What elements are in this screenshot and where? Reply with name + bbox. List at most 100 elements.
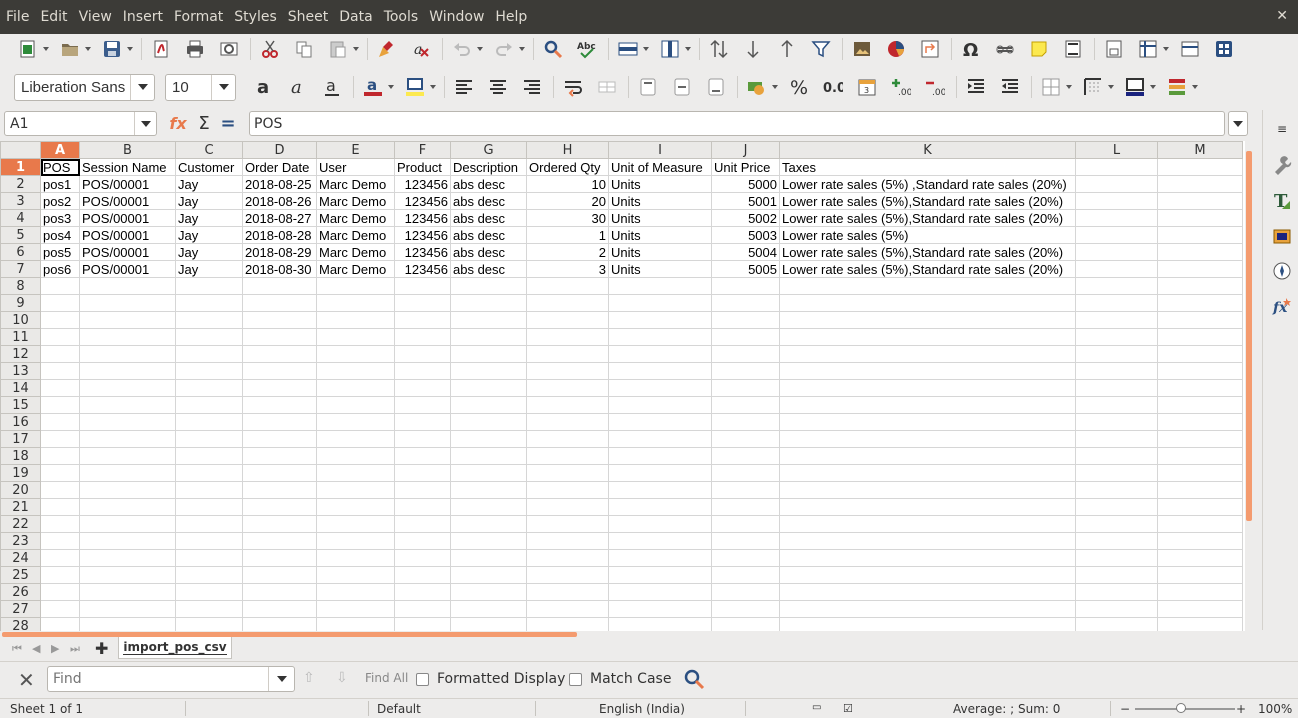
cell-l7[interactable]	[1075, 260, 1158, 278]
cell-e13[interactable]	[316, 362, 395, 380]
cell-d1[interactable]: Order Date	[242, 158, 317, 176]
cell-j28[interactable]	[711, 617, 780, 631]
cell-a12[interactable]	[40, 345, 80, 363]
cell-f25[interactable]	[394, 566, 451, 584]
cell-b23[interactable]	[79, 532, 176, 550]
cell-e9[interactable]	[316, 294, 395, 312]
comment-icon[interactable]	[1025, 36, 1053, 62]
cell-c9[interactable]	[175, 294, 243, 312]
cut-icon[interactable]	[256, 36, 284, 62]
freeze-dropdown[interactable]	[1162, 36, 1170, 62]
cell-e5[interactable]: Marc Demo	[316, 226, 395, 244]
cell-f1[interactable]: Product	[394, 158, 451, 176]
cell-l8[interactable]	[1075, 277, 1158, 295]
row-header[interactable]: 17	[0, 430, 41, 448]
cell-h7[interactable]: 3	[526, 260, 609, 278]
cell-d2[interactable]: 2018-08-25	[242, 175, 317, 193]
cell-c23[interactable]	[175, 532, 243, 550]
autofilter-icon[interactable]	[807, 36, 835, 62]
cell-d9[interactable]	[242, 294, 317, 312]
cell-c4[interactable]: Jay	[175, 209, 243, 227]
cell-b28[interactable]	[79, 617, 176, 631]
cell-j23[interactable]	[711, 532, 780, 550]
cell-m25[interactable]	[1157, 566, 1243, 584]
merge-cells-icon[interactable]	[593, 74, 621, 100]
cell-k4[interactable]: Lower rate sales (5%),Standard rate sale…	[779, 209, 1076, 227]
cell-k13[interactable]	[779, 362, 1076, 380]
cell-i2[interactable]: Units	[608, 175, 712, 193]
cell-g19[interactable]	[450, 464, 527, 482]
row-header[interactable]: 1	[0, 158, 41, 176]
cell-c8[interactable]	[175, 277, 243, 295]
cell-c21[interactable]	[175, 498, 243, 516]
column-header-m[interactable]: M	[1157, 141, 1243, 159]
cell-d26[interactable]	[242, 583, 317, 601]
column-header-c[interactable]: C	[175, 141, 243, 159]
align-left-icon[interactable]	[450, 74, 478, 100]
clear-formatting-icon[interactable]: a	[407, 36, 435, 62]
menu-sheet[interactable]: Sheet	[288, 9, 335, 25]
cell-l3[interactable]	[1075, 192, 1158, 210]
cell-e2[interactable]: Marc Demo	[316, 175, 395, 193]
cell-l15[interactable]	[1075, 396, 1158, 414]
cell-k23[interactable]	[779, 532, 1076, 550]
column-header-e[interactable]: E	[316, 141, 395, 159]
cell-k1[interactable]: Taxes	[779, 158, 1076, 176]
cell-e3[interactable]: Marc Demo	[316, 192, 395, 210]
cell-b3[interactable]: POS/00001	[79, 192, 176, 210]
cell-f6[interactable]: 123456	[394, 243, 451, 261]
cell-l11[interactable]	[1075, 328, 1158, 346]
cell-c2[interactable]: Jay	[175, 175, 243, 193]
cell-m17[interactable]	[1157, 430, 1243, 448]
cell-e10[interactable]	[316, 311, 395, 329]
sort-descending-icon[interactable]	[773, 36, 801, 62]
row-header[interactable]: 26	[0, 583, 41, 601]
cell-m15[interactable]	[1157, 396, 1243, 414]
cell-c17[interactable]	[175, 430, 243, 448]
column-header-g[interactable]: G	[450, 141, 527, 159]
row-header[interactable]: 23	[0, 532, 41, 550]
cell-d15[interactable]	[242, 396, 317, 414]
cell-m1[interactable]	[1157, 158, 1243, 176]
select-all-corner[interactable]	[0, 141, 41, 159]
find-replace-dialog-icon[interactable]	[682, 668, 706, 690]
show-draw-functions-icon[interactable]	[1210, 36, 1238, 62]
cell-b9[interactable]	[79, 294, 176, 312]
cell-m4[interactable]	[1157, 209, 1243, 227]
cell-b4[interactable]: POS/00001	[79, 209, 176, 227]
menu-help[interactable]: Help	[495, 9, 534, 25]
cell-k6[interactable]: Lower rate sales (5%),Standard rate sale…	[779, 243, 1076, 261]
menu-window[interactable]: Window	[429, 9, 491, 25]
match-case-checkbox[interactable]: Match Case	[569, 671, 671, 687]
open-dropdown[interactable]	[84, 36, 92, 62]
sort-ascending-icon[interactable]	[739, 36, 767, 62]
cell-m10[interactable]	[1157, 311, 1243, 329]
cell-h5[interactable]: 1	[526, 226, 609, 244]
cell-d5[interactable]: 2018-08-28	[242, 226, 317, 244]
cell-a25[interactable]	[40, 566, 80, 584]
cell-h3[interactable]: 20	[526, 192, 609, 210]
cell-d25[interactable]	[242, 566, 317, 584]
cell-b20[interactable]	[79, 481, 176, 499]
cell-i19[interactable]	[608, 464, 712, 482]
cell-c7[interactable]: Jay	[175, 260, 243, 278]
percent-format-icon[interactable]: %	[785, 74, 813, 100]
conditional-format-dropdown[interactable]	[1191, 74, 1199, 100]
cell-d27[interactable]	[242, 600, 317, 618]
cell-g25[interactable]	[450, 566, 527, 584]
cell-a17[interactable]	[40, 430, 80, 448]
column-header-k[interactable]: K	[779, 141, 1076, 159]
cell-g7[interactable]: abs desc	[450, 260, 527, 278]
cell-e20[interactable]	[316, 481, 395, 499]
new-document-dropdown[interactable]	[42, 36, 50, 62]
freeze-rows-columns-icon[interactable]	[1134, 36, 1162, 62]
cell-g2[interactable]: abs desc	[450, 175, 527, 193]
underline-icon[interactable]: a	[318, 74, 346, 100]
cell-g22[interactable]	[450, 515, 527, 533]
expand-formula-bar-icon[interactable]	[1228, 111, 1248, 136]
cell-j21[interactable]	[711, 498, 780, 516]
border-style-icon[interactable]	[1079, 74, 1107, 100]
print-icon[interactable]	[181, 36, 209, 62]
row-header[interactable]: 18	[0, 447, 41, 465]
cell-f21[interactable]	[394, 498, 451, 516]
